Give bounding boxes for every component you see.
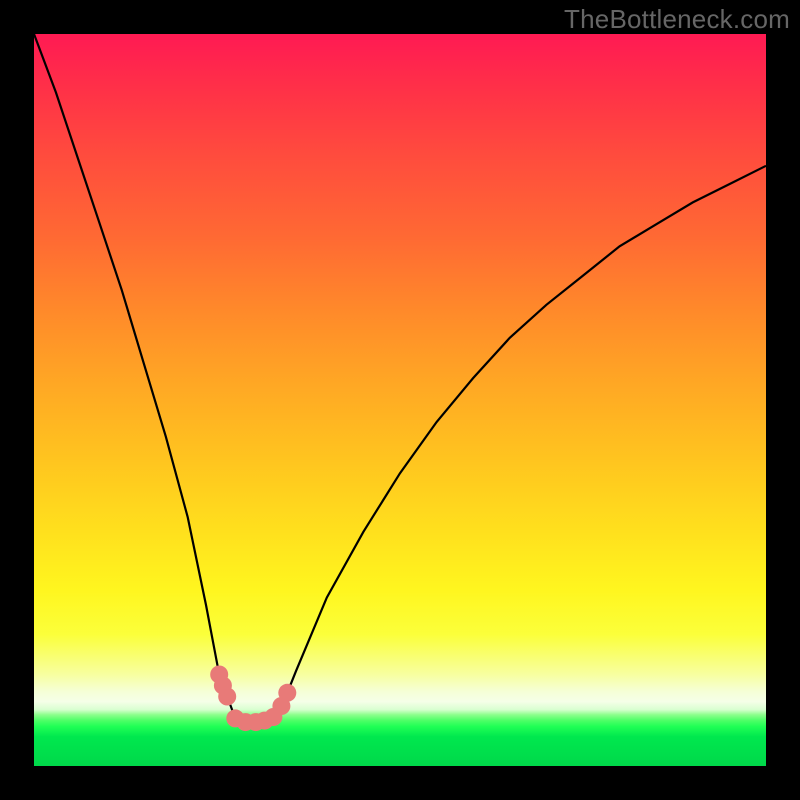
marker-group [210, 666, 296, 732]
chart-frame: TheBottleneck.com [0, 0, 800, 800]
watermark-text: TheBottleneck.com [564, 4, 790, 35]
data-marker [278, 684, 296, 702]
curve-layer [34, 34, 766, 766]
bottleneck-curve [34, 34, 766, 722]
plot-area [34, 34, 766, 766]
data-marker [218, 688, 236, 706]
